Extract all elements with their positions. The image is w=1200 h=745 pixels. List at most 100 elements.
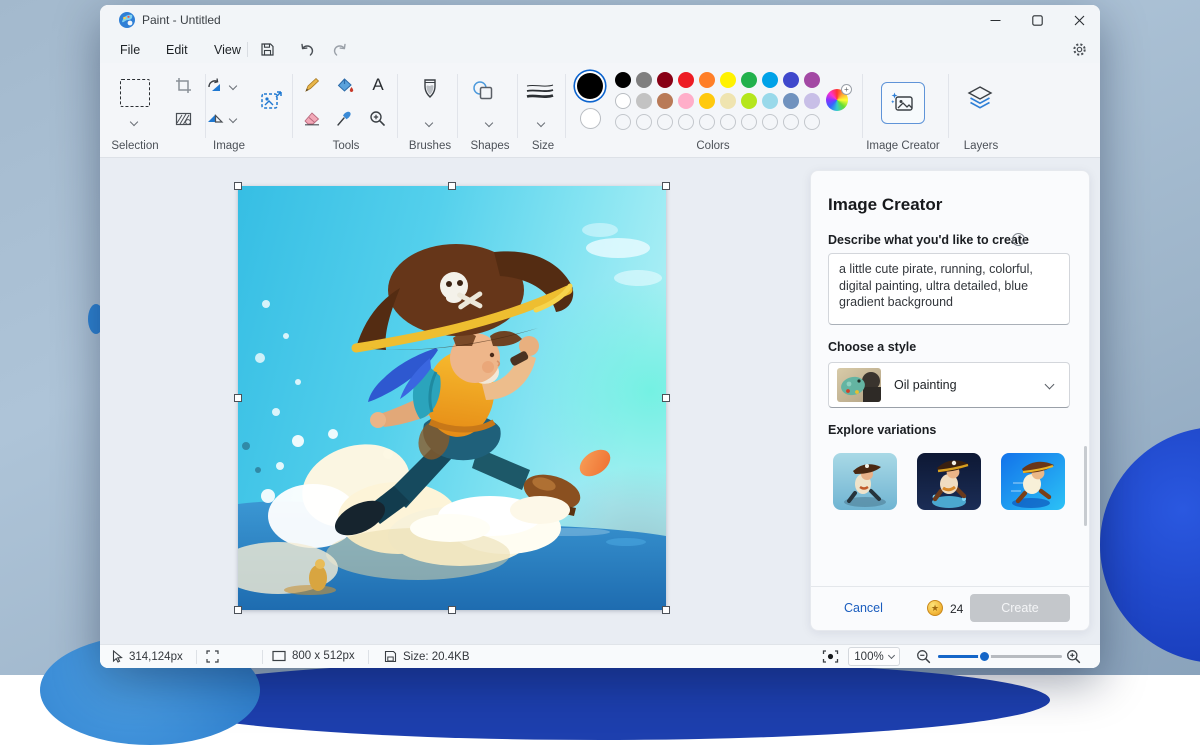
resize-handle-bottom-middle[interactable] xyxy=(448,606,456,614)
resize-handle-bottom-left[interactable] xyxy=(234,606,242,614)
create-button[interactable]: Create xyxy=(970,594,1070,622)
size-button[interactable] xyxy=(525,83,555,101)
save-button[interactable] xyxy=(258,41,276,58)
color-swatch[interactable] xyxy=(783,72,799,88)
chevron-down-icon[interactable] xyxy=(130,118,138,126)
empty-color-slot[interactable] xyxy=(720,114,736,130)
eraser-tool[interactable] xyxy=(303,110,321,126)
color-swatch[interactable] xyxy=(699,72,715,88)
zoom-in-button[interactable] xyxy=(1066,649,1081,664)
zoom-slider-thumb[interactable] xyxy=(978,650,991,663)
resize-handle-top-left[interactable] xyxy=(234,182,242,190)
color-swatch[interactable] xyxy=(699,93,715,109)
chevron-down-icon[interactable] xyxy=(537,119,545,127)
resize-handle-bottom-right[interactable] xyxy=(662,606,670,614)
image-creator-button[interactable] xyxy=(881,82,925,124)
text-tool[interactable]: A xyxy=(369,76,387,94)
brushes-button[interactable] xyxy=(420,78,440,104)
color-swatch[interactable] xyxy=(615,93,631,109)
magnifier-tool[interactable] xyxy=(369,110,386,127)
empty-color-slot[interactable] xyxy=(657,114,673,130)
resize-handle-top-middle[interactable] xyxy=(448,182,456,190)
line-size-icon xyxy=(525,83,555,101)
minimize-button[interactable] xyxy=(974,5,1016,35)
paint-window: Paint - Untitled File Edit View xyxy=(100,5,1100,668)
flip-button[interactable] xyxy=(206,110,224,126)
group-label-image: Image xyxy=(184,140,274,152)
color-swatch[interactable] xyxy=(804,72,820,88)
titlebar[interactable]: Paint - Untitled xyxy=(100,5,1100,35)
layers-button[interactable] xyxy=(966,85,994,111)
empty-color-slot[interactable] xyxy=(741,114,757,130)
foreground-color[interactable] xyxy=(577,73,603,99)
group-label-image-creator: Image Creator xyxy=(858,140,948,152)
close-button[interactable] xyxy=(1058,5,1100,35)
chevron-down-icon[interactable] xyxy=(229,82,237,90)
zoom-slider[interactable] xyxy=(938,655,1062,658)
info-icon[interactable]: i xyxy=(1012,233,1025,246)
color-swatch[interactable] xyxy=(636,93,652,109)
color-swatch[interactable] xyxy=(741,72,757,88)
panel-scrollbar[interactable] xyxy=(1084,446,1087,526)
eyedropper-tool[interactable] xyxy=(336,110,352,127)
rotate-button[interactable] xyxy=(206,77,224,93)
zoom-out-button[interactable] xyxy=(916,649,931,664)
ribbon-divider xyxy=(862,74,863,138)
cancel-button[interactable]: Cancel xyxy=(844,601,883,615)
redo-button[interactable] xyxy=(331,41,349,58)
empty-color-slot[interactable] xyxy=(804,114,820,130)
resize-image-button[interactable] xyxy=(260,89,284,113)
empty-color-slot[interactable] xyxy=(699,114,715,130)
color-swatch[interactable] xyxy=(720,72,736,88)
shapes-button[interactable] xyxy=(471,80,495,102)
empty-color-slot[interactable] xyxy=(783,114,799,130)
pencil-icon xyxy=(303,77,320,94)
zoom-level-dropdown[interactable]: 100% xyxy=(848,647,900,666)
color-swatch[interactable] xyxy=(762,72,778,88)
color-swatch[interactable] xyxy=(657,72,673,88)
chevron-down-icon[interactable] xyxy=(425,119,433,127)
empty-color-slot[interactable] xyxy=(615,114,631,130)
color-swatch[interactable] xyxy=(762,93,778,109)
fill-tool[interactable] xyxy=(336,77,354,94)
pencil-tool[interactable] xyxy=(303,77,320,94)
empty-color-slot[interactable] xyxy=(636,114,652,130)
variation-thumbnail-1[interactable] xyxy=(833,453,897,510)
empty-color-slot[interactable] xyxy=(678,114,694,130)
settings-button[interactable] xyxy=(1070,41,1088,58)
zoom-out-icon xyxy=(916,649,931,664)
undo-button[interactable] xyxy=(298,41,316,58)
color-swatch[interactable] xyxy=(636,72,652,88)
color-swatch[interactable] xyxy=(657,93,673,109)
menubar-divider xyxy=(247,42,248,57)
color-swatch[interactable] xyxy=(783,93,799,109)
color-swatch[interactable] xyxy=(720,93,736,109)
chevron-down-icon[interactable] xyxy=(485,119,493,127)
background-color[interactable] xyxy=(580,108,601,129)
color-swatch[interactable] xyxy=(804,93,820,109)
menu-view[interactable]: View xyxy=(206,40,249,59)
color-swatch[interactable] xyxy=(678,93,694,109)
resize-handle-left-middle[interactable] xyxy=(234,394,242,402)
group-label-size: Size xyxy=(498,140,588,152)
crop-button[interactable] xyxy=(175,77,192,94)
selection-tool[interactable] xyxy=(120,79,150,107)
chevron-down-icon[interactable] xyxy=(229,115,237,123)
skew-button[interactable] xyxy=(175,110,192,127)
resize-handle-right-middle[interactable] xyxy=(662,394,670,402)
maximize-button[interactable] xyxy=(1016,5,1058,35)
canvas-size-icon xyxy=(272,650,286,662)
resize-handle-top-right[interactable] xyxy=(662,182,670,190)
style-dropdown[interactable]: Oil painting xyxy=(828,362,1070,408)
canvas-image[interactable] xyxy=(238,186,666,610)
color-swatch[interactable] xyxy=(678,72,694,88)
variation-thumbnail-2[interactable] xyxy=(917,453,981,510)
variation-thumbnail-3[interactable] xyxy=(1001,453,1065,510)
menu-edit[interactable]: Edit xyxy=(158,40,196,59)
empty-color-slot[interactable] xyxy=(762,114,778,130)
prompt-input[interactable]: a little cute pirate, running, colorful,… xyxy=(828,253,1070,325)
color-swatch[interactable] xyxy=(615,72,631,88)
color-swatch[interactable] xyxy=(741,93,757,109)
fit-to-screen-button[interactable] xyxy=(822,650,839,663)
menu-file[interactable]: File xyxy=(112,40,148,59)
